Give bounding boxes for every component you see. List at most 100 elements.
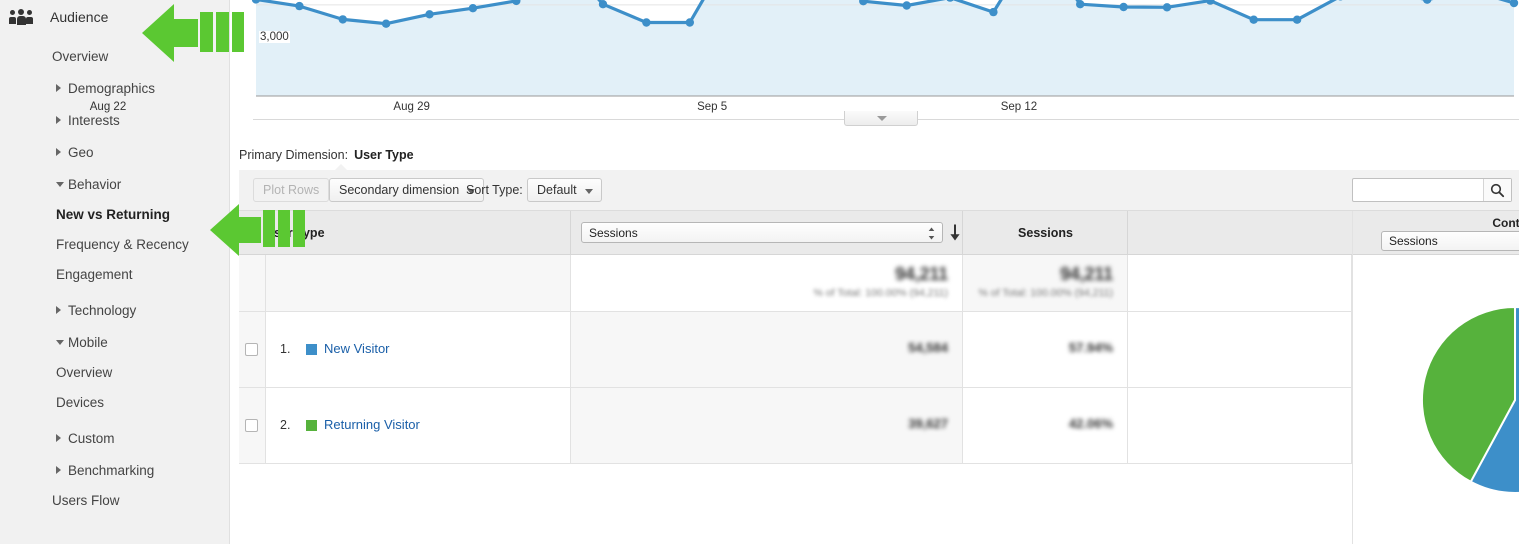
sidebar-item-mobile[interactable]: Mobile	[0, 326, 230, 358]
metric-select-value: Sessions	[589, 225, 638, 240]
sidebar-item-label: Devices	[56, 394, 105, 410]
table-toolbar: Plot Rows Secondary dimension Sort Type:…	[239, 170, 1519, 211]
pie-chart[interactable]	[1373, 277, 1519, 537]
pie-slice-label: 42.1%	[1403, 308, 1436, 320]
sidebar-item-geo[interactable]: Geo	[0, 136, 230, 168]
summary-metric1-cell: 94,211 % of Total: 100.00% (94,211)	[571, 255, 963, 311]
search-box	[1352, 178, 1512, 202]
sidebar-item-frequency-recency[interactable]: Frequency & Recency	[0, 228, 230, 260]
plot-rows-button[interactable]: Plot Rows	[253, 178, 330, 202]
chart-data-point[interactable]	[1076, 0, 1085, 9]
table-header-row: User Type Sessions Sessions	[239, 211, 1352, 255]
chart-collapse-tab[interactable]	[844, 111, 918, 126]
sidebar-item-label: Geo	[68, 144, 94, 160]
row-metric2-value: 42.06%	[1068, 416, 1113, 431]
chart-x-tick-label: Aug 29	[393, 101, 430, 113]
row-metric2-cell: 42.06%	[963, 388, 1128, 463]
chart-data-point[interactable]	[1292, 15, 1302, 24]
sort-type-label: Sort Type:	[466, 183, 523, 197]
row-checkbox[interactable]	[245, 419, 258, 432]
sidebar-item-label: Demographics	[68, 80, 156, 96]
sort-descending-icon[interactable]	[949, 224, 961, 241]
sidebar-item-benchmarking[interactable]: Benchmarking	[0, 454, 230, 486]
summary-filler-cell	[1128, 255, 1352, 311]
chart-data-point[interactable]	[685, 18, 694, 27]
row-checkbox-cell	[239, 312, 266, 387]
analytics-page: Audience Overview Demographics Interests Ge…	[0, 0, 1519, 544]
chart-data-point[interactable]	[902, 1, 911, 10]
sidebar-item-demographics[interactable]: Demographics	[0, 72, 230, 104]
sidebar-item-label: Technology	[68, 302, 137, 318]
sidebar-item-engagement[interactable]: Engagement	[0, 258, 230, 290]
sidebar-item-label: Interests	[68, 112, 120, 128]
search-input[interactable]	[1353, 179, 1483, 201]
row-dimension-link[interactable]: Returning Visitor	[324, 417, 420, 432]
row-checkbox[interactable]	[245, 343, 258, 356]
chart-data-point[interactable]	[1249, 15, 1258, 24]
chevron-right-icon	[56, 434, 61, 442]
data-table: User Type Sessions Sessions 94,211 % of …	[239, 211, 1352, 474]
chevron-right-icon	[56, 466, 61, 474]
search-button[interactable]	[1483, 179, 1511, 201]
row-filler-cell	[1128, 388, 1352, 463]
sidebar-item-label: Mobile	[68, 334, 108, 350]
sidebar-item-users-flow[interactable]: Users Flow	[0, 484, 230, 516]
pie-metric-select[interactable]: Sessions	[1381, 231, 1519, 251]
sidebar-item-devices[interactable]: Devices	[0, 386, 230, 418]
summary-metric2-sub: % of Total: 100.00% (94,211)	[978, 287, 1113, 299]
row-dimension-link[interactable]: New Visitor	[324, 341, 390, 356]
primary-dimension-value[interactable]: User Type	[354, 148, 414, 162]
sessions-timeline-chart[interactable]: 3,000 Aug 22 Aug 29 Sep 5 Sep 12	[90, 0, 1519, 126]
table-header-metric2-label: Sessions	[1018, 226, 1073, 240]
row-rank: 1.	[280, 342, 291, 356]
table-summary-row: 94,211 % of Total: 100.00% (94,211) 94,2…	[239, 255, 1352, 312]
chart-data-point[interactable]	[642, 18, 651, 27]
chart-data-point[interactable]	[338, 15, 347, 24]
table-header-metric2[interactable]: Sessions	[963, 211, 1128, 254]
table-header-metric1: Sessions	[571, 211, 963, 254]
row-color-swatch	[306, 344, 317, 355]
secondary-dimension-button[interactable]: Secondary dimension	[329, 178, 485, 202]
chart-data-point[interactable]	[989, 7, 998, 17]
chevron-down-icon	[877, 116, 887, 121]
sidebar-item-behavior[interactable]: Behavior	[0, 168, 230, 200]
chart-data-point[interactable]	[598, 0, 608, 9]
sort-type-value: Default	[537, 183, 577, 197]
metric-select[interactable]: Sessions	[581, 222, 943, 243]
chart-area-fill	[256, 0, 1514, 96]
table-header-dimension[interactable]: User Type	[239, 211, 571, 254]
table-header-dimension-label: User Type	[265, 226, 325, 240]
chart-y-gridline-label: 3,000	[259, 31, 290, 43]
chevron-right-icon	[56, 116, 61, 124]
chevron-down-icon	[56, 182, 64, 187]
sidebar-section-label: Audience	[50, 9, 109, 25]
sidebar-item-label: Behavior	[68, 176, 122, 192]
chart-data-point[interactable]	[381, 19, 391, 28]
chart-data-point[interactable]	[295, 1, 304, 11]
row-metric2-value: 57.94%	[1068, 340, 1113, 355]
primary-dimension-label: Primary Dimension:	[239, 148, 349, 162]
plot-rows-label: Plot Rows	[263, 183, 320, 197]
chart-data-point[interactable]	[1119, 2, 1128, 12]
row-dimension-cell: 2. Returning Visitor	[266, 388, 571, 463]
sidebar-item-technology[interactable]: Technology	[0, 294, 230, 326]
row-metric1-cell: 39,627	[571, 388, 963, 463]
sort-type-button[interactable]: Default	[527, 178, 602, 202]
sidebar-item-custom[interactable]: Custom	[0, 422, 230, 454]
row-color-swatch	[306, 420, 317, 431]
sidebar-item-new-vs-returning[interactable]: New vs Returning	[0, 198, 230, 230]
row-metric1-value: 39,627	[908, 416, 948, 431]
sidebar-item-label: New vs Returning	[56, 206, 171, 222]
primary-dimension: Primary Dimension: User Type	[239, 148, 414, 170]
chart-data-point[interactable]	[468, 4, 478, 13]
sidebar-item-label: Overview	[56, 364, 113, 380]
people-icon	[9, 9, 33, 25]
sidebar-item-overview[interactable]: Overview	[0, 356, 230, 388]
chart-data-point[interactable]	[425, 10, 434, 19]
table-row: 2. Returning Visitor 39,627 42.06%	[239, 388, 1352, 464]
sidebar-section-audience[interactable]: Audience	[0, 0, 229, 34]
contribution-pie-panel: Contribution to total: Sessions 57.9%42.…	[1352, 211, 1519, 544]
sidebar-item-overview[interactable]: Overview	[0, 40, 230, 72]
chevron-down-icon	[56, 340, 64, 345]
chart-data-point[interactable]	[1162, 3, 1172, 12]
